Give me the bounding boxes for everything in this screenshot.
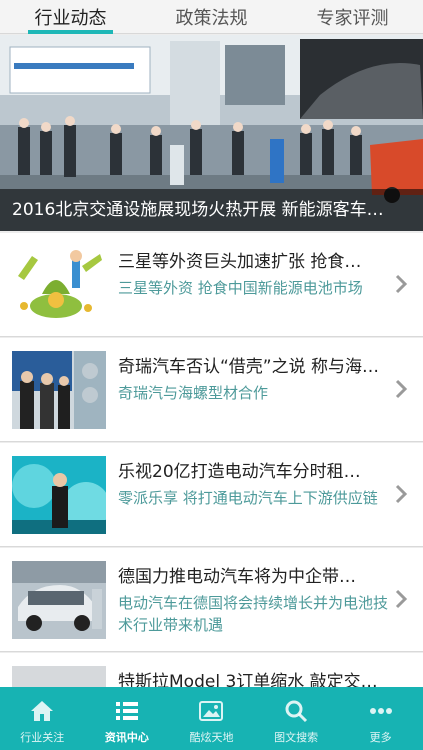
nav-image-search[interactable]: 图文搜索 — [254, 687, 339, 750]
list-item[interactable]: 三星等外资巨头加速扩张 抢食… 三星等外资 抢食中国新能源电池市场 — [0, 233, 423, 337]
list-icon — [115, 702, 138, 720]
news-title: 奇瑞汽车否认“借壳”之说 称与海… — [118, 357, 380, 377]
chevron-right-icon — [395, 379, 408, 399]
tab-label: 行业动态 — [34, 7, 107, 29]
charging-car-photo — [12, 561, 106, 639]
list-item[interactable]: 乐视20亿打造电动汽车分时租… 零派乐享 将打通电动汽车上下游供应链 — [0, 443, 423, 547]
more-icon — [369, 708, 392, 714]
bottom-nav: 行业关注 资讯中心 酷炫天地 图文搜索 更多 — [0, 687, 423, 750]
tab-policy[interactable]: 政策法规 — [141, 0, 282, 33]
press-conference-photo — [12, 351, 106, 429]
news-summary: 三星等外资 抢食中国新能源电池市场 — [118, 279, 363, 297]
search-icon — [285, 700, 308, 723]
list-item[interactable]: 德国力推电动汽车将为中企带… 电动汽车在德国将会持续增长并为电池技术行业带来机遇 — [0, 548, 423, 652]
chevron-right-icon — [395, 484, 408, 504]
news-summary: 奇瑞汽与海螺型材合作 — [118, 384, 269, 402]
chevron-right-icon — [395, 274, 408, 294]
tab-industry-news[interactable]: 行业动态 — [0, 0, 141, 34]
news-title: 乐视20亿打造电动汽车分时租… — [118, 462, 361, 482]
news-summary: 零派乐享 将打通电动汽车上下游供应链 — [118, 489, 378, 507]
hero-caption: 2016北京交通设施展现场火热开展 新能源客车… — [0, 189, 423, 231]
home-icon — [31, 701, 54, 721]
nav-label: 行业关注 — [20, 731, 65, 744]
news-title: 德国力推电动汽车将为中企带… — [118, 567, 356, 587]
image-icon — [199, 701, 224, 721]
nav-label: 酷炫天地 — [189, 731, 234, 744]
news-list: 三星等外资巨头加速扩张 抢食… 三星等外资 抢食中国新能源电池市场 奇瑞汽车否认… — [0, 233, 423, 750]
tab-expert-review[interactable]: 专家评测 — [282, 0, 423, 33]
hero-banner[interactable]: 2016北京交通设施展现场火热开展 新能源客车… — [0, 35, 423, 231]
news-summary: 电动汽车在德国将会持续增长并为电池技术行业带来机遇 — [118, 594, 389, 634]
tab-label: 政策法规 — [175, 7, 248, 29]
news-title: 三星等外资巨头加速扩张 抢食… — [118, 252, 362, 272]
nav-news-center[interactable]: 资讯中心 — [85, 687, 170, 750]
nav-industry-focus[interactable]: 行业关注 — [0, 687, 85, 750]
money-bag-illustration — [12, 246, 106, 324]
nav-cool-world[interactable]: 酷炫天地 — [169, 687, 254, 750]
chevron-right-icon — [395, 589, 408, 609]
nav-label: 资讯中心 — [104, 731, 149, 744]
tab-label: 专家评测 — [316, 7, 389, 29]
nav-label: 更多 — [369, 731, 392, 744]
stage-speaker-photo — [12, 456, 106, 534]
top-tab-bar: 行业动态 政策法规 专家评测 — [0, 0, 423, 34]
nav-label: 图文搜索 — [274, 731, 319, 744]
nav-more[interactable]: 更多 — [338, 687, 423, 750]
list-item[interactable]: 奇瑞汽车否认“借壳”之说 称与海… 奇瑞汽与海螺型材合作 — [0, 338, 423, 442]
